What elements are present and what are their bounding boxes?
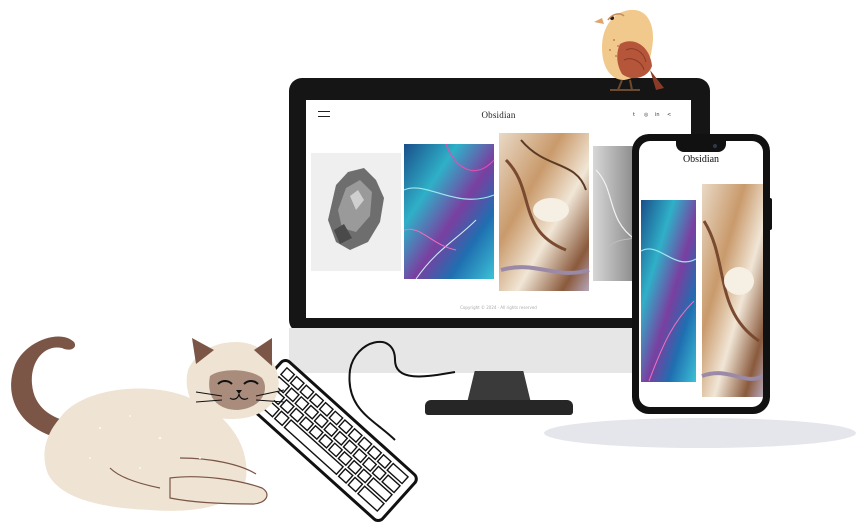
phone-image-desert[interactable] xyxy=(701,184,763,397)
phone-screen: Obsidian xyxy=(639,141,763,407)
gallery-image-desert[interactable] xyxy=(499,133,590,291)
phone-image-blue-mineral[interactable] xyxy=(640,200,697,382)
bird-illustration xyxy=(594,9,664,91)
phone-side-button xyxy=(769,198,772,230)
gallery-image-crystal[interactable] xyxy=(311,153,401,271)
cat-paw xyxy=(169,476,268,505)
phone-notch xyxy=(676,141,726,152)
keyboard-cable xyxy=(348,341,456,441)
phone-camera-icon xyxy=(713,144,717,148)
cat-illustration xyxy=(11,336,285,511)
floor-shadow xyxy=(544,418,856,448)
phone-gallery xyxy=(640,184,763,397)
gallery-image-blue-mineral[interactable] xyxy=(403,143,495,280)
